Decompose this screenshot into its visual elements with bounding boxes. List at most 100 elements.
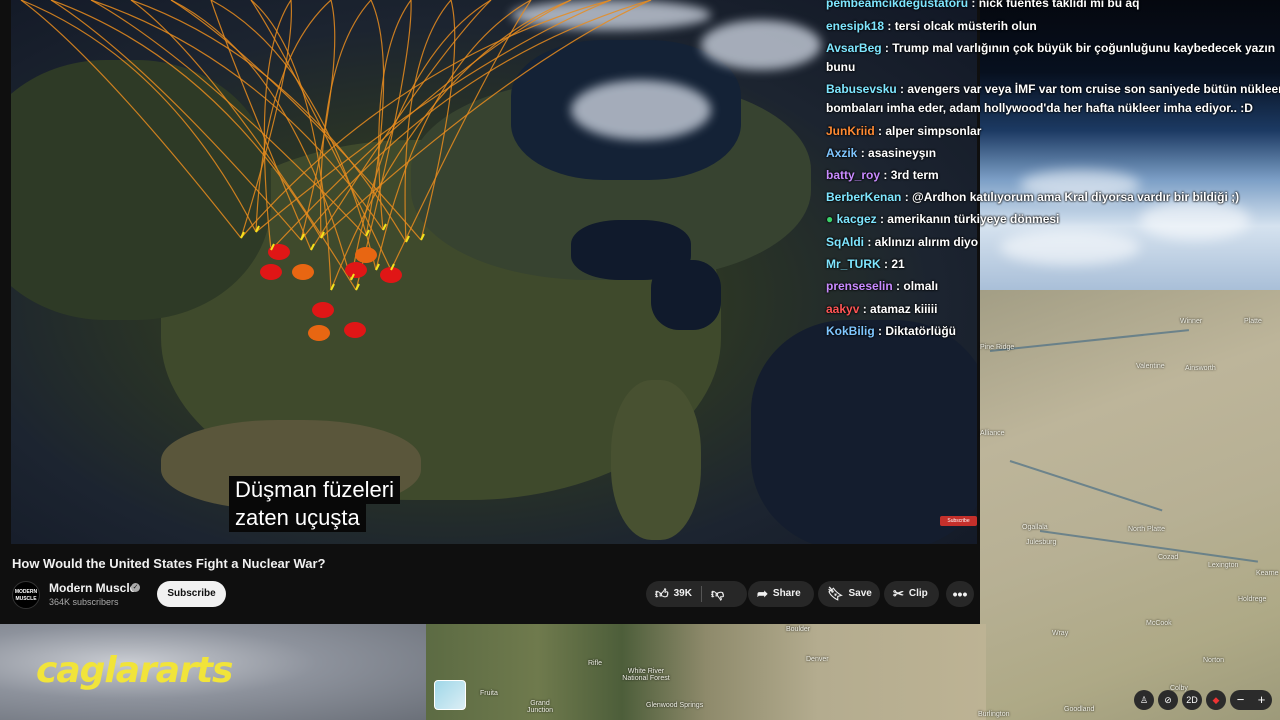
zoom-in-button[interactable]: +	[1258, 690, 1266, 710]
missile-head	[382, 223, 387, 231]
map-label: Alliance	[980, 430, 1005, 437]
missile-head	[310, 243, 315, 251]
chat-username: pembeamcikdegustatoru	[826, 0, 969, 10]
impact-marker	[312, 302, 334, 318]
compass-icon[interactable]: ◆	[1206, 690, 1226, 710]
map-label: Burlington	[978, 711, 1010, 718]
chat-username: KokBilig	[826, 324, 875, 338]
like-count[interactable]: 39K	[674, 581, 692, 607]
chat-text: @Ardhon katılıyorum ama Kral diyorsa var…	[912, 190, 1240, 204]
chat-message: Axzik : asasineyşın	[826, 146, 937, 160]
chat-text: avengers var veya İMF var tom cruise son…	[907, 82, 1280, 96]
missile-head	[375, 263, 380, 271]
map-label: Wray	[1052, 630, 1069, 637]
map-label: McCook	[1146, 620, 1172, 627]
scissors-icon: ✂	[893, 586, 904, 601]
chat-message: enesipk18 : tersi olcak müsterih olun	[826, 19, 1037, 33]
more-actions-button[interactable]: •••	[946, 581, 974, 607]
missile-trajectory	[90, 0, 367, 237]
map-label: Norton	[1203, 657, 1225, 664]
chat-username: AvsarBeg	[826, 41, 882, 55]
chat-text: bunu	[826, 60, 856, 74]
map-label: White River National Forest	[622, 668, 670, 682]
like-dislike-pill: 👍︎ 39K 👎︎	[646, 581, 747, 607]
subtitle-line: zaten uçuşta	[229, 504, 366, 532]
channel-name[interactable]: Modern Muscle	[49, 581, 136, 595]
chat-text: alper simpsonlar	[885, 124, 982, 138]
missile-head	[300, 233, 305, 241]
chat-message: SqAldi : aklınızı alırım diyo	[826, 235, 979, 249]
map-label: Platte	[1244, 318, 1262, 325]
video-title[interactable]: How Would the United States Fight a Nucl…	[12, 556, 325, 571]
impact-marker	[344, 322, 366, 338]
impact-marker	[292, 264, 314, 280]
bookmark-icon: 🔖︎	[827, 586, 844, 601]
chat-message: ● kacgez : amerikanın türkiyeye dönmesi	[826, 212, 1060, 226]
chat-text: olmalı	[903, 279, 939, 293]
map-label: Holdrege	[1238, 596, 1267, 603]
chat-message: BerberKenan : @Ardhon katılıyorum ama Kr…	[826, 190, 1240, 204]
missile-trajectory	[378, 0, 412, 231]
moderator-check-icon: ●	[826, 212, 834, 226]
map-label: Pine Ridge	[980, 344, 1015, 351]
map-label: North Platte	[1128, 526, 1165, 533]
chat-message: KokBilig : Diktatörlüğü	[826, 324, 957, 338]
share-label: Share	[772, 588, 801, 599]
map-label: Kearne	[1256, 570, 1279, 577]
view-mode-2d-button[interactable]: 2D	[1182, 690, 1202, 710]
missile-head	[420, 233, 425, 241]
chat-text: aklınızı alırım diyo	[874, 235, 979, 249]
chat-username: kacgez	[836, 212, 877, 226]
subscribe-watermark-badge[interactable]: Subscribe	[940, 516, 977, 526]
thumbs-down-icon[interactable]: 👎︎	[711, 581, 724, 607]
subtitle-line: Düşman füzeleri	[229, 476, 400, 504]
map-label: Rifle	[588, 660, 603, 667]
share-icon: ➦	[757, 586, 768, 601]
satellite-map-strip[interactable]	[426, 624, 986, 720]
missile-trajectory	[300, 0, 652, 241]
pegman-icon[interactable]: ♙	[1134, 690, 1154, 710]
share-button[interactable]: ➦ Share	[748, 581, 814, 607]
chat-username: SqAldi	[826, 235, 864, 249]
video-info-bar: How Would the United States Fight a Nucl…	[0, 544, 980, 624]
impact-marker	[345, 262, 367, 278]
map-label: Lexington	[1208, 562, 1239, 569]
channel-avatar[interactable]: MODERN MUSCLE	[12, 581, 40, 609]
thumbs-up-icon[interactable]: 👍︎	[655, 581, 669, 607]
satellite-map-panel[interactable]	[980, 290, 1280, 720]
missile-trajectory	[375, 0, 532, 271]
map-layer-toggle[interactable]	[434, 680, 466, 710]
clip-button[interactable]: ✂ Clip	[884, 581, 939, 607]
chat-message: pembeamcikdegustatoru : nick fuentes tak…	[826, 0, 1139, 10]
chat-message-continued: bunu	[826, 60, 855, 74]
streamer-watermark: caglararts	[36, 650, 233, 691]
impact-marker	[268, 244, 290, 260]
clip-label: Clip	[908, 588, 928, 599]
compass-off-icon[interactable]: ⊘	[1158, 690, 1178, 710]
zoom-control: − +	[1230, 690, 1272, 710]
missile-trajectory	[250, 0, 332, 291]
zoom-out-button[interactable]: −	[1237, 690, 1245, 710]
chat-message: batty_roy : 3rd term	[826, 168, 939, 182]
chat-username: Mr_TURK	[826, 257, 881, 271]
map-label: Denver	[806, 656, 829, 663]
missile-trajectory	[50, 0, 322, 239]
video-subtitle: Düşman füzeleri zaten uçuşta	[229, 476, 400, 532]
chat-text: 3rd term	[890, 168, 939, 182]
map-label: Valentine	[1136, 363, 1165, 370]
map-label: Ogallala	[1022, 524, 1048, 531]
subscribe-button[interactable]: Subscribe	[157, 581, 226, 607]
save-button[interactable]: 🔖︎ Save	[818, 581, 880, 607]
chat-text: nick fuentes taklidi mi bu aq	[978, 0, 1140, 10]
map-label: Grand Junction	[526, 700, 554, 714]
missile-trajectory	[210, 0, 377, 271]
chat-message: Mr_TURK : 21	[826, 257, 905, 271]
missile-head	[330, 283, 335, 291]
missile-trajectory	[404, 0, 452, 243]
subscriber-count: 364K subscribers	[49, 597, 119, 607]
map-label: Glenwood Springs	[646, 702, 704, 709]
chat-text: tersi olcak müsterih olun	[894, 19, 1037, 33]
chat-message: aakyv : atamaz kiiiii	[826, 302, 938, 316]
chat-username: prenseselin	[826, 279, 893, 293]
chat-text: 21	[891, 257, 905, 271]
